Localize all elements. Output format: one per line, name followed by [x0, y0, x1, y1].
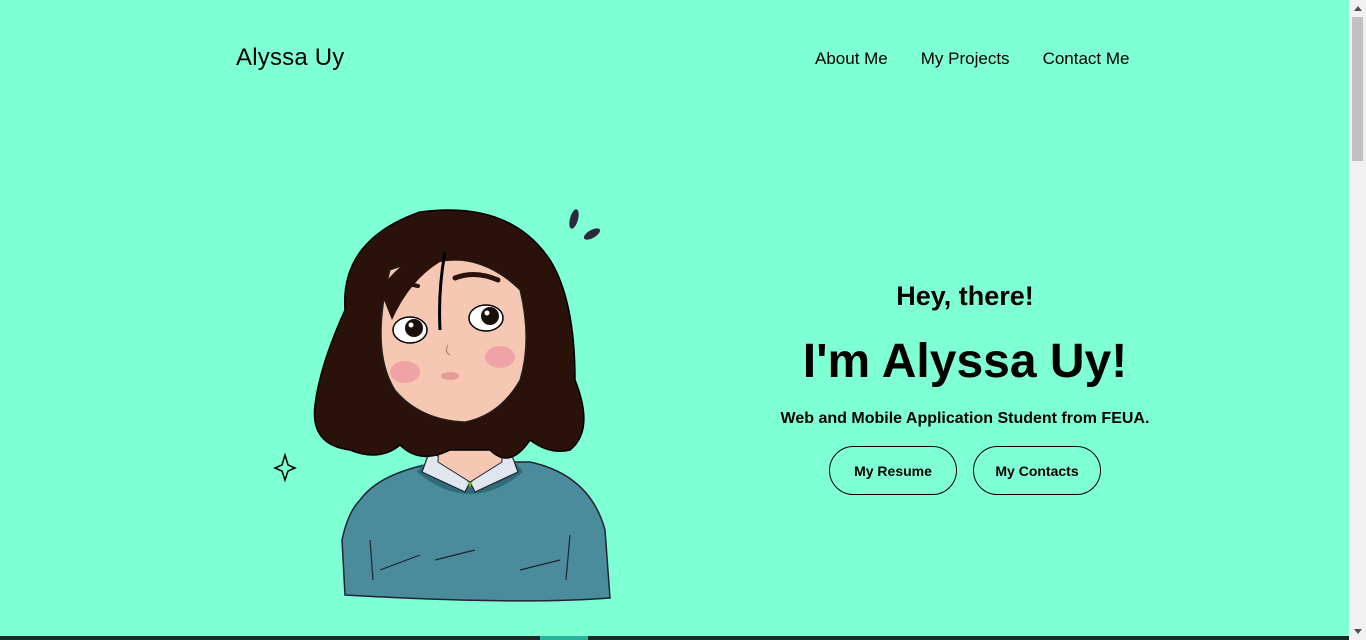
scroll-thumb[interactable]: [1352, 17, 1363, 161]
main-nav: About Me My Projects Contact Me: [815, 49, 1130, 69]
hero-buttons: My Resume My Contacts: [765, 446, 1165, 495]
site-logo[interactable]: Alyssa Uy: [236, 44, 345, 72]
nav-contact-me[interactable]: Contact Me: [1043, 49, 1130, 69]
avatar-illustration: [270, 200, 620, 610]
surprise-mark-icon: [569, 209, 579, 229]
sparkle-icon: [273, 452, 297, 483]
nav-my-projects[interactable]: My Projects: [921, 49, 1010, 69]
scroll-down-arrow-icon[interactable]: [1349, 623, 1366, 640]
hero-tagline: Web and Mobile Application Student from …: [780, 410, 1150, 427]
next-section-edge: [0, 636, 1349, 640]
nav-about-me[interactable]: About Me: [815, 49, 888, 69]
girl-illustration-icon: [273, 209, 611, 602]
scroll-up-arrow-icon[interactable]: [1349, 0, 1366, 17]
my-resume-button[interactable]: My Resume: [829, 446, 957, 495]
my-contacts-button[interactable]: My Contacts: [973, 446, 1101, 495]
vertical-scrollbar[interactable]: [1349, 0, 1366, 640]
hero-greeting: Hey, there!: [896, 281, 1034, 311]
hero-section: Hey, there! I'm Alyssa Uy! Web and Mobil…: [765, 280, 1165, 495]
hero-name: I'm Alyssa Uy!: [802, 335, 1128, 388]
page: Alyssa Uy About Me My Projects Contact M…: [0, 0, 1366, 640]
